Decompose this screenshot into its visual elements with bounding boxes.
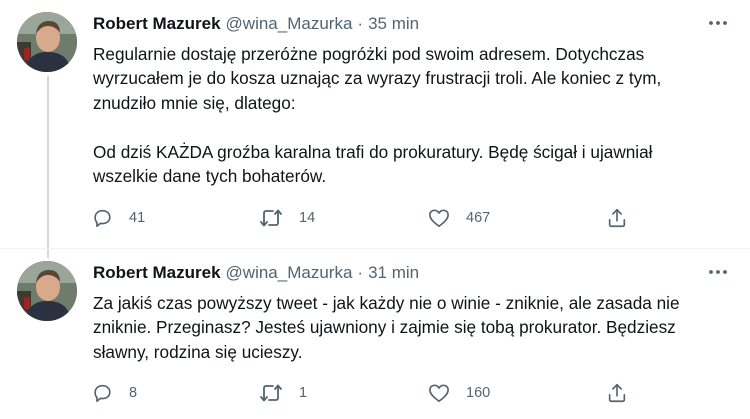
like-button[interactable]: 467 [428,204,490,232]
tweet-text-line: wyrzucałem je do kosza uznając za wyrazy… [93,68,662,89]
retweet-button[interactable]: 1 [259,379,307,407]
author-handle[interactable]: @wina_Mazurka [226,263,353,283]
tweet-actions: 41 14 467 [91,204,651,232]
more-dots-icon [709,21,727,25]
tweet-text-line: sławny, rodzina się ucieszy. [93,341,303,362]
heart-icon [429,384,449,402]
author-name[interactable]: Robert Mazurek [93,14,221,34]
reply-bubble-icon [94,384,111,403]
reply-button[interactable]: 41 [91,204,145,232]
retweet-count: 1 [299,385,308,401]
tweet-text-line: zniknie. Przeginasz? Jesteś ujawniony i … [93,317,676,338]
timestamp[interactable]: 31 min [368,263,419,283]
like-button[interactable]: 160 [428,379,490,407]
like-count: 467 [466,210,491,226]
share-button[interactable] [606,379,628,407]
more-options-button[interactable] [702,10,734,36]
share-button[interactable] [606,204,628,232]
tweet-actions: 8 1 160 [91,379,651,407]
retweet-button[interactable]: 14 [259,204,315,232]
more-dots-icon [709,270,727,274]
author-handle[interactable]: @wina_Mazurka [226,14,353,34]
like-count: 160 [466,385,491,401]
tweet[interactable]: Robert Mazurek @wina_Mazurka · 31 min Za… [0,248,750,419]
separator-dot: · [357,263,364,282]
tweet-text-line: znudziło mnie się, dlatego: [93,92,296,113]
tweet-text-line: Za jakiś czas powyższy tweet - jak każdy… [93,293,680,313]
avatar[interactable] [17,261,77,321]
heart-icon [429,209,449,227]
timestamp[interactable]: 35 min [368,14,419,34]
share-icon [608,383,626,403]
reply-bubble-icon [94,209,111,228]
tweet-text: Regularnie dostaję przeróżne pogróżki po… [93,42,733,188]
more-options-button[interactable] [702,259,734,285]
share-icon [608,208,626,228]
reply-count: 41 [129,210,146,226]
reply-button[interactable]: 8 [91,379,137,407]
retweet-icon [260,209,282,227]
tweet[interactable]: Robert Mazurek @wina_Mazurka · 35 min Re… [0,0,750,248]
reply-count: 8 [129,385,138,401]
avatar[interactable] [17,12,77,72]
retweet-count: 14 [299,210,316,226]
tweet-text-line: Od dziś KAŻDA groźba karalna trafi do pr… [93,141,653,162]
separator-dot: · [357,14,364,33]
tweet-text: Za jakiś czas powyższy tweet - jak każdy… [93,291,733,364]
tweet-text-line: Regularnie dostaję przeróżne pogróżki po… [93,44,645,64]
author-name[interactable]: Robert Mazurek [93,263,221,283]
tweet-text-blank-line [93,115,733,139]
tweet-text-line: wszelkie dane tych bohaterów. [93,166,327,187]
retweet-icon [260,384,282,402]
